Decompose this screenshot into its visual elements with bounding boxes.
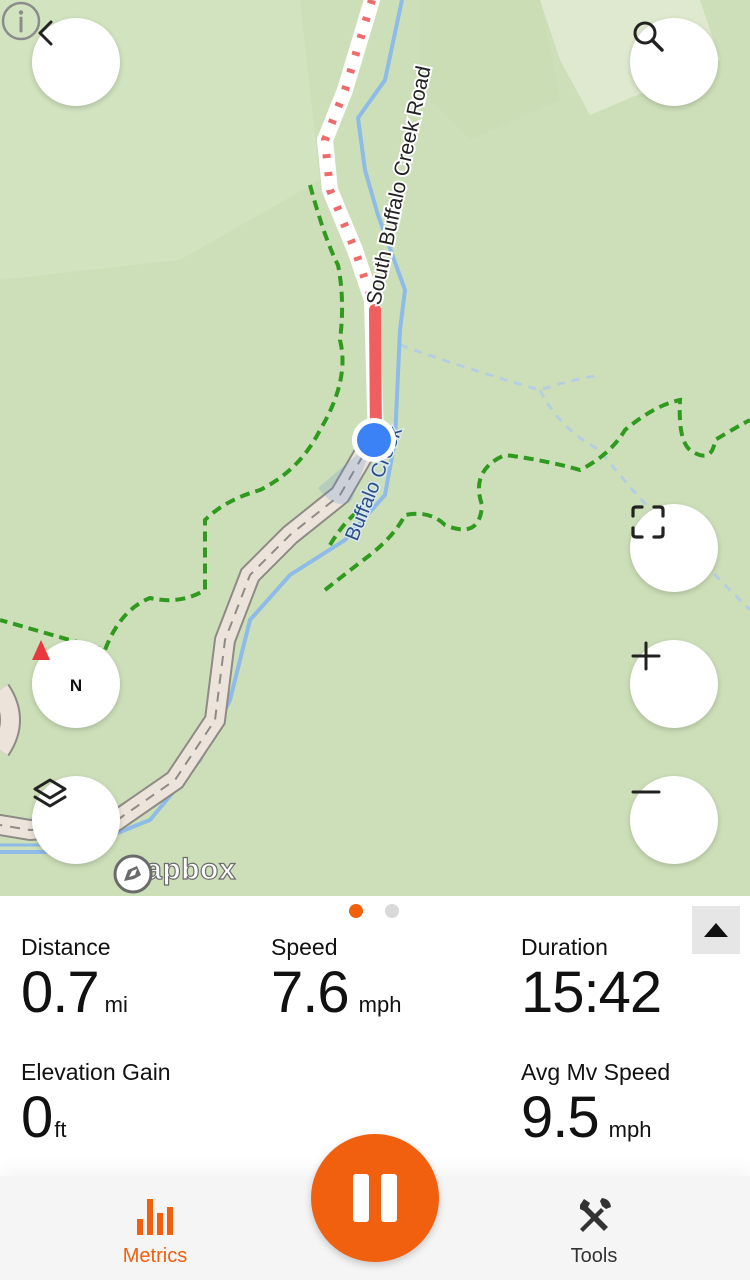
metric-label: Distance [21, 934, 111, 960]
metric-value: 7.6 [271, 960, 350, 1025]
zoom-in-button[interactable] [630, 640, 718, 728]
layers-button[interactable] [32, 776, 120, 864]
zoom-out-icon [631, 790, 661, 794]
back-button[interactable] [32, 18, 120, 106]
page-indicator-inactive[interactable] [385, 904, 399, 918]
search-button[interactable] [630, 18, 718, 106]
metric-avg-mv-speed: Avg Mv Speed 9.5 mph [521, 1059, 670, 1149]
layers-icon [33, 778, 67, 808]
collapse-panel-button[interactable] [692, 906, 740, 954]
tab-tools[interactable]: Tools [494, 1176, 694, 1280]
fullscreen-icon [631, 505, 665, 539]
zoom-in-icon [631, 641, 661, 671]
metric-duration: Duration 15:42 [521, 934, 662, 1025]
metric-label: Speed [271, 934, 338, 960]
metric-distance: Distance 0.7 mi [21, 934, 128, 1024]
tab-label: Metrics [122, 1245, 188, 1267]
zoom-out-button[interactable] [630, 776, 718, 864]
metric-value: 9.5 [521, 1085, 600, 1150]
metric-value: 15:42 [521, 960, 662, 1025]
tab-metrics[interactable]: Metrics [55, 1176, 255, 1280]
bar-chart-icon [137, 1199, 173, 1235]
map-canvas[interactable]: South Buffalo Creek Road Buffalo Creek [0, 0, 750, 896]
compass-icon [32, 640, 50, 660]
compass-button[interactable]: N [32, 640, 120, 728]
metric-unit: mph [358, 992, 402, 1017]
metric-elevation-gain: Elevation Gain 0 ft [21, 1059, 171, 1149]
metric-value: 0.7 [21, 960, 100, 1025]
mapbox-logo: mapbox [112, 852, 236, 894]
metric-speed: Speed 7.6 mph [271, 934, 401, 1024]
metric-unit: mi [104, 992, 128, 1017]
metric-value: 0 [21, 1085, 53, 1150]
pause-icon [347, 1174, 403, 1222]
mapbox-logo-icon [113, 854, 153, 894]
metric-label: Duration [521, 934, 608, 960]
map-view[interactable]: South Buffalo Creek Road Buffalo Creek N… [0, 0, 750, 896]
metric-unit: mph [608, 1117, 652, 1142]
metric-unit: ft [54, 1117, 67, 1142]
pause-button[interactable] [311, 1134, 439, 1262]
caret-up-icon [704, 923, 728, 937]
search-icon [633, 21, 664, 52]
tools-icon [580, 1198, 611, 1232]
compass-north-label: N [69, 675, 83, 695]
metric-label: Elevation Gain [21, 1059, 171, 1085]
page-indicator-active[interactable] [349, 904, 363, 918]
info-icon[interactable] [0, 0, 42, 42]
tab-label: Tools [570, 1245, 618, 1267]
fullscreen-button[interactable] [630, 504, 718, 592]
metric-label: Avg Mv Speed [521, 1059, 671, 1085]
